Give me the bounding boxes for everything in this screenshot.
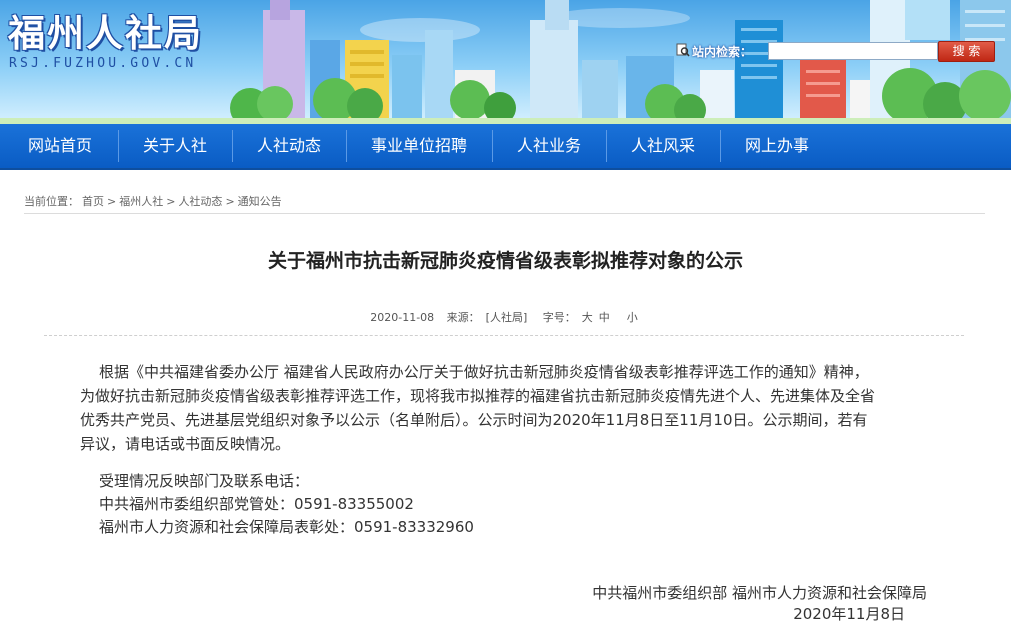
contact-block: 受理情况反映部门及联系电话： 中共福州市委组织部党管处：0591-8335500…	[99, 470, 474, 539]
nav-item-news[interactable]: 人社动态	[233, 124, 345, 168]
fontsize-small-link[interactable]: 小	[627, 311, 638, 324]
breadcrumb-fuzhou-hr[interactable]: 福州人社	[119, 195, 163, 208]
nav-item-home[interactable]: 网站首页	[4, 124, 116, 168]
article-source: [人社局]	[485, 311, 528, 324]
breadcrumb-home[interactable]: 首页	[82, 195, 104, 208]
article-title: 关于福州市抗击新冠肺炎疫情省级表彰拟推荐对象的公示	[267, 250, 743, 272]
article-date: 2020-11-08	[370, 311, 435, 324]
paragraph-line: 异议，请电话或书面反映情况。	[80, 435, 291, 453]
nav-item-business[interactable]: 人社业务	[493, 124, 605, 168]
site-logo-title[interactable]: 福州人社局	[8, 3, 203, 57]
signature-organizations: 中共福州市委组织部 福州市人力资源和社会保障局	[592, 584, 927, 602]
search-button[interactable]: 搜 索	[938, 41, 995, 62]
fontsize-large-link[interactable]: 大	[582, 311, 593, 324]
article-meta: 2020-11-08 来源： [人社局] 字号： 大中 小	[0, 309, 1011, 325]
paragraph-line: 为做好抗击新冠肺炎疫情省级表彰推荐评选工作，现将我市拟推荐的福建省抗击新冠肺炎疫…	[80, 387, 876, 405]
breadcrumb-separator: >	[225, 195, 235, 208]
source-label: 来源：	[446, 311, 480, 324]
fontsize-label: 字号：	[542, 311, 576, 324]
search-label: 站内检索：	[692, 45, 753, 59]
paragraph-line: 根据《中共福建省委办公厅 福建省人民政府办公厅关于做好抗击新冠肺炎疫情省级表彰推…	[99, 363, 869, 381]
signature-block: 中共福州市委组织部 福州市人力资源和社会保障局 2020年11月8日	[592, 583, 927, 625]
breadcrumb-separator: >	[107, 195, 117, 208]
nav-item-online-services[interactable]: 网上办事	[721, 124, 833, 168]
nav-item-recruitment[interactable]: 事业单位招聘	[347, 124, 491, 168]
breadcrumb: 当前位置： 首页 > 福州人社 > 人社动态 > 通知公告	[24, 193, 285, 209]
site-banner: 福州人社局 RSJ.FUZHOU.GOV.CN 站内检索： 搜 索	[0, 0, 1011, 124]
search-input[interactable]	[768, 42, 938, 60]
contact-line: 中共福州市委组织部党管处：0591-83355002	[99, 495, 414, 513]
signature-date: 2020年11月8日	[793, 605, 905, 623]
main-nav: 网站首页 关于人社 人社动态 事业单位招聘 人社业务 人社风采 网上办事	[0, 124, 1011, 170]
breadcrumb-news[interactable]: 人社动态	[178, 195, 222, 208]
site-domain: RSJ.FUZHOU.GOV.CN	[9, 56, 197, 71]
breadcrumb-separator: >	[166, 195, 176, 208]
nav-item-about[interactable]: 关于人社	[119, 124, 231, 168]
paragraph-line: 优秀共产党员、先进基层党组织对象予以公示（名单附后）。公示时间为2020年11月…	[80, 411, 868, 429]
search-icon	[676, 43, 690, 57]
breadcrumb-prefix: 当前位置：	[24, 195, 79, 208]
fontsize-medium-link[interactable]: 中	[599, 311, 610, 324]
contact-heading: 受理情况反映部门及联系电话：	[99, 472, 310, 490]
nav-item-style[interactable]: 人社风采	[607, 124, 719, 168]
dashed-divider	[44, 335, 964, 336]
article-body: 根据《中共福建省委办公厅 福建省人民政府办公厅关于做好抗击新冠肺炎疫情省级表彰推…	[80, 360, 940, 456]
contact-line: 福州市人力资源和社会保障局表彰处：0591-83332960	[99, 518, 474, 536]
breadcrumb-notices[interactable]: 通知公告	[238, 195, 282, 208]
divider	[24, 213, 985, 214]
